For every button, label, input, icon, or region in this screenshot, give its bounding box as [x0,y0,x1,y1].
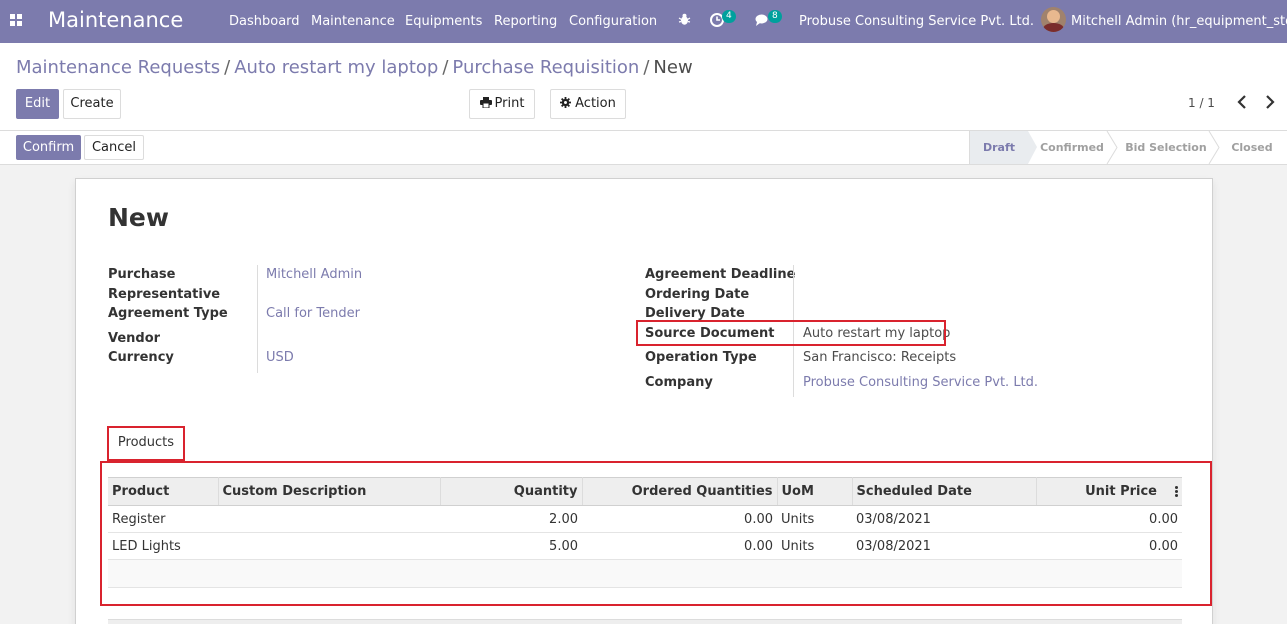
stage-confirmed[interactable]: Confirmed [1038,131,1106,164]
products-table-highlight [100,461,1212,606]
currency-label: Currency [108,350,174,365]
control-panel: Maintenance Requests / Auto restart my lap… [0,43,1287,131]
breadcrumb-separator: / [643,57,650,78]
menu-equipments[interactable]: Equipments [405,14,482,29]
breadcrumb: Maintenance Requests / Auto restart my lap… [16,57,693,78]
user-avatar[interactable] [1041,7,1066,32]
confirm-button[interactable]: Confirm [16,135,81,160]
vendor-label: Vendor [108,331,161,346]
breadcrumb-separator: / [442,57,449,78]
status-bar: Confirm Cancel Draft Confirmed Bid Selec… [0,131,1287,165]
chevron-left-icon[interactable] [1237,95,1247,112]
purchase-rep-label-line2: Representative [108,287,221,302]
user-menu[interactable]: Mitchell Admin (hr_equipment_stock) [1071,14,1287,29]
cancel-button[interactable]: Cancel [84,135,144,160]
apps-menu-icon[interactable] [10,14,23,27]
activity-badge: 4 [722,10,736,23]
menu-configuration[interactable]: Configuration [569,14,657,29]
breadcrumb-current: New [653,57,693,78]
action-label: Action [575,96,616,111]
products-tab-highlight [107,426,185,461]
chevron-right-icon[interactable] [1265,95,1275,112]
stage-separator-icon [1106,131,1118,164]
breadcrumb-separator: / [224,57,231,78]
menu-dashboard[interactable]: Dashboard [229,14,300,29]
purchase-rep-label: Purchase [108,267,176,282]
company-switcher[interactable]: Probuse Consulting Service Pvt. Ltd. [799,14,1034,29]
field-divider [257,265,258,373]
print-label: Print [494,96,525,111]
stage-draft[interactable]: Draft [970,131,1028,164]
agreement-deadline-label: Agreement Deadline [645,267,796,282]
stage-separator-icon [1208,131,1220,164]
app-brand[interactable]: Maintenance [48,8,183,32]
agreement-type-field[interactable]: Call for Tender [266,306,360,321]
vendor-field[interactable] [266,331,566,347]
menu-maintenance[interactable]: Maintenance [311,14,395,29]
top-navbar: Maintenance Dashboard Maintenance Equipm… [0,0,1287,43]
breadcrumb-purchase-requisition[interactable]: Purchase Requisition [452,57,639,78]
breadcrumb-request[interactable]: Auto restart my laptop [234,57,438,78]
stage-arrow [1028,131,1037,164]
operation-type-field[interactable]: San Francisco: Receipts [803,350,956,365]
print-button[interactable]: Print [469,89,535,119]
menu-reporting[interactable]: Reporting [494,14,557,29]
operation-type-label: Operation Type [645,350,757,365]
form-sheet: New Purchase Representative Mitchell Adm… [75,178,1213,624]
chatter-divider [108,619,1182,624]
purchase-rep-field[interactable]: Mitchell Admin [266,267,362,282]
currency-field[interactable]: USD [266,350,294,365]
pager-value[interactable]: 1 / 1 [1188,96,1215,110]
bug-icon[interactable] [678,13,691,30]
breadcrumb-maintenance-requests[interactable]: Maintenance Requests [16,57,220,78]
edit-button[interactable]: Edit [16,89,59,119]
ordering-date-field[interactable] [803,287,1103,303]
messages-badge: 8 [768,10,782,23]
record-title: New [108,203,169,232]
action-button[interactable]: Action [550,89,626,119]
company-field[interactable]: Probuse Consulting Service Pvt. Ltd. [803,375,1038,390]
company-label: Company [645,375,713,390]
stage-divider [969,131,970,164]
source-document-highlight [636,320,946,346]
agreement-type-label: Agreement Type [108,306,228,321]
gear-icon [560,97,572,108]
stage-bid-selection[interactable]: Bid Selection [1124,131,1208,164]
agreement-deadline-field[interactable] [803,267,1103,283]
create-button[interactable]: Create [63,89,121,119]
ordering-date-label: Ordering Date [645,287,750,302]
delivery-date-label: Delivery Date [645,306,745,321]
stage-closed[interactable]: Closed [1226,131,1278,164]
print-icon [479,97,492,109]
